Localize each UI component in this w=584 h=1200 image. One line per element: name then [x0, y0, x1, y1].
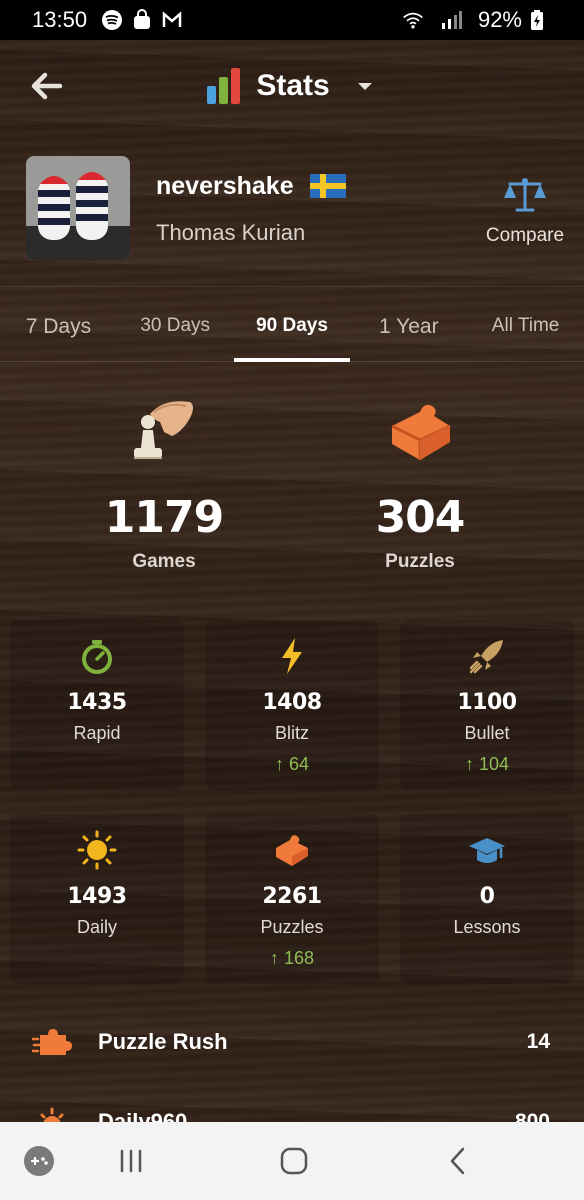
- graduation-cap-icon: [469, 838, 505, 863]
- rating-card-daily[interactable]: 1493 Daily: [10, 814, 184, 984]
- signal-icon: [441, 11, 462, 29]
- lessons-label: Lessons: [453, 917, 521, 937]
- avatar[interactable]: [26, 156, 130, 260]
- tab-all-time[interactable]: All Time: [467, 287, 584, 361]
- battery-icon: [531, 10, 543, 30]
- puzzle-piece-icon: [391, 404, 451, 460]
- status-time: 13:50: [32, 7, 88, 32]
- profile-section: nevershake Thomas Kurian Compare: [0, 152, 584, 262]
- list-item-puzzle-rush[interactable]: Puzzle Rush 14: [0, 1012, 584, 1072]
- rapid-label: Rapid: [73, 723, 121, 743]
- rating-card-bullet[interactable]: 1100 Bullet ↑ 104: [400, 620, 574, 790]
- daily-label: Daily: [76, 917, 117, 937]
- tab-7-days[interactable]: 7 Days: [0, 287, 117, 361]
- home-icon[interactable]: [277, 1144, 311, 1178]
- sun-icon: [77, 830, 117, 870]
- app-bar: Stats: [0, 40, 584, 132]
- puzzle-piece-icon: [276, 835, 308, 866]
- blitz-label: Blitz: [274, 723, 309, 743]
- blitz-change: ↑ 64: [274, 754, 310, 774]
- shopping-bag-icon: [134, 9, 151, 29]
- page-title: Stats: [256, 69, 330, 102]
- stats-bars-icon: [207, 68, 241, 104]
- balance-scale-icon: [504, 178, 546, 212]
- puzzles-change: ↑ 168: [269, 948, 315, 968]
- recent-apps-icon[interactable]: [114, 1144, 148, 1178]
- rating-card-lessons[interactable]: 0 Lessons: [400, 814, 574, 984]
- caret-down-icon: [357, 83, 372, 90]
- gmail-icon: [162, 11, 182, 27]
- summary-section: 1179 Games 304 Puzzles: [0, 392, 584, 592]
- system-nav-bar: [0, 1122, 584, 1200]
- compare-label: Compare: [485, 225, 565, 246]
- lessons-count: 0: [479, 884, 495, 909]
- compare-button[interactable]: Compare: [484, 176, 566, 247]
- puzzles-rating: 2261: [262, 884, 322, 909]
- status-bar: 13:50 92%: [0, 0, 584, 40]
- real-name: Thomas Kurian: [156, 220, 306, 245]
- wifi-icon: [403, 12, 423, 29]
- games-summary[interactable]: 1179 Games: [54, 392, 274, 573]
- username[interactable]: nevershake: [156, 172, 294, 201]
- games-count: 1179: [104, 492, 224, 543]
- stats-dropdown[interactable]: Stats: [204, 66, 379, 106]
- game-controller-icon[interactable]: [22, 1144, 56, 1178]
- lightning-icon: [282, 638, 302, 674]
- battery-percent: 92%: [477, 7, 522, 32]
- puzzles-summary[interactable]: 304 Puzzles: [310, 392, 530, 573]
- period-tabs: 7 Days 30 Days 90 Days 1 Year All Time: [0, 286, 584, 362]
- back-arrow-icon[interactable]: [26, 66, 66, 106]
- bullet-change: ↑ 104: [464, 754, 510, 774]
- hand-pawn-icon: [134, 401, 193, 459]
- puzzle-rush-value: 14: [526, 1030, 550, 1053]
- rating-card-blitz[interactable]: 1408 Blitz ↑ 64: [205, 620, 379, 790]
- stopwatch-icon: [82, 640, 112, 674]
- rapid-rating: 1435: [67, 690, 127, 715]
- bullet-rating: 1100: [457, 690, 517, 715]
- spotify-icon: [102, 10, 123, 30]
- puzzles-count: 304: [375, 492, 466, 543]
- blitz-rating: 1408: [262, 690, 322, 715]
- puzzle-rush-icon: [32, 1029, 72, 1055]
- tab-1-year[interactable]: 1 Year: [350, 287, 467, 361]
- puzzles-rating-label: Puzzles: [260, 917, 324, 937]
- rocket-icon: [469, 640, 503, 674]
- tab-30-days[interactable]: 30 Days: [117, 287, 234, 361]
- bullet-label: Bullet: [464, 723, 510, 743]
- tab-90-days[interactable]: 90 Days: [233, 287, 351, 362]
- back-nav-icon[interactable]: [442, 1144, 476, 1178]
- games-label: Games: [132, 551, 196, 572]
- puzzle-rush-label: Puzzle Rush: [98, 1029, 228, 1054]
- puzzles-label: Puzzles: [385, 551, 455, 572]
- rating-card-puzzles[interactable]: 2261 Puzzles ↑ 168: [205, 814, 379, 984]
- rating-card-rapid[interactable]: 1435 Rapid: [10, 620, 184, 790]
- sweden-flag-icon: [310, 174, 346, 198]
- daily-rating: 1493: [67, 884, 127, 909]
